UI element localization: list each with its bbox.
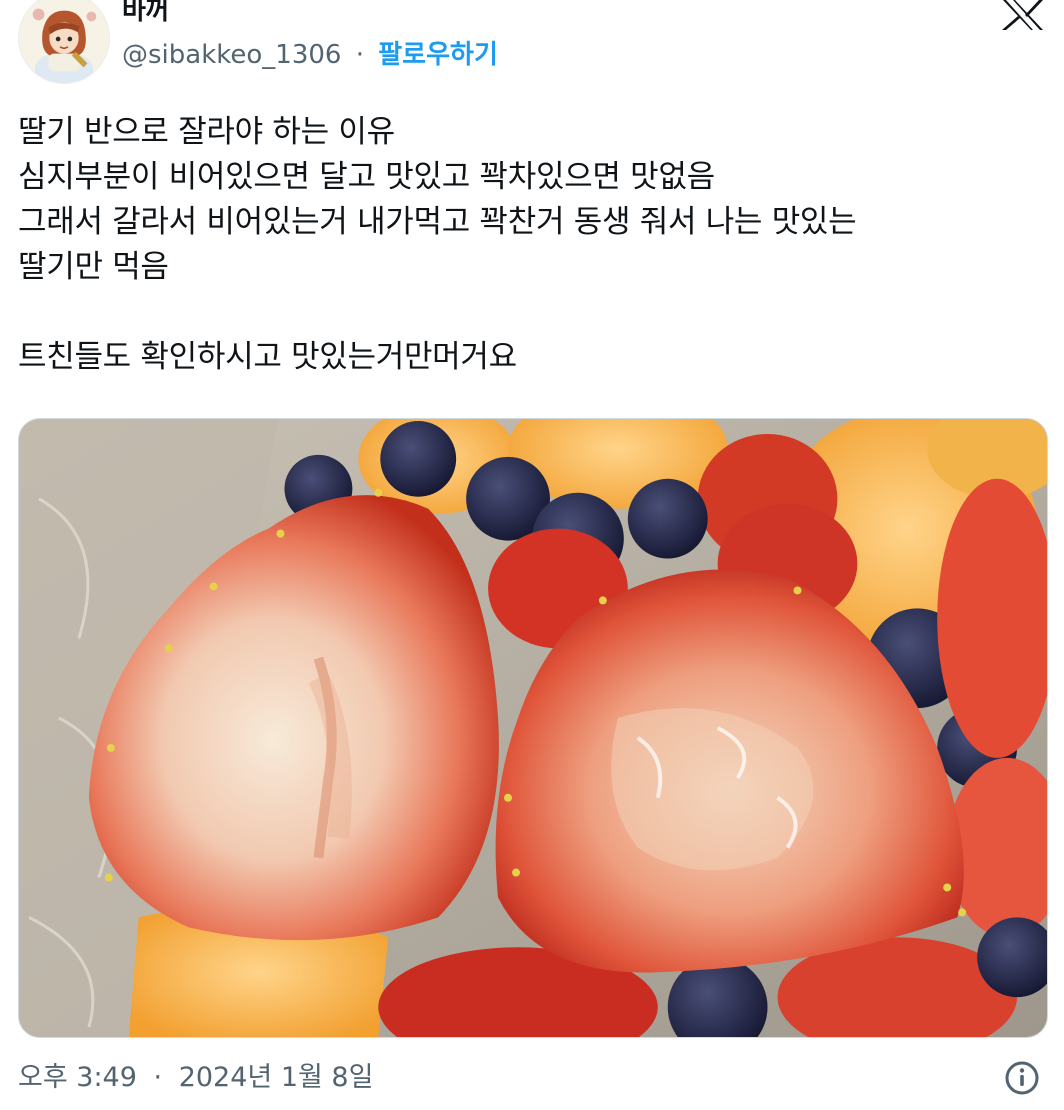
strawberry-photo-illustration [19, 419, 1047, 1037]
tweet-date: 2024년 1월 8일 [178, 1062, 374, 1093]
tweet-photo[interactable] [18, 418, 1048, 1038]
avatar-illustration [19, 0, 109, 83]
tweet-card: 바꺼 @sibakkeo_1306 · 팔로우하기 딸기 반으로 잘라야 하는 … [0, 0, 1064, 1110]
info-icon[interactable] [1004, 1060, 1040, 1096]
tweet-line: 그래서 갈라서 비어있는거 내가먹고 꽉찬거 동생 줘서 나는 맛있는 [18, 204, 857, 240]
tweet-line: 딸기 반으로 잘라야 하는 이유 [18, 114, 395, 150]
tweet-line: 트친들도 확인하시고 맛있는거만머거요 [18, 339, 517, 375]
tweet-line: 딸기만 먹음 [18, 249, 169, 285]
tweet-text: 딸기 반으로 잘라야 하는 이유 심지부분이 비어있으면 달고 맛있고 꽉차있으… [18, 110, 1048, 380]
user-handle[interactable]: @sibakkeo_1306 [122, 40, 341, 70]
tweet-line: 심지부분이 비어있으면 달고 맛있고 꽉차있으면 맛없음 [18, 159, 715, 195]
tweet-time: 오후 3:49 [18, 1062, 137, 1093]
separator-dot: · [153, 1062, 163, 1093]
follow-link[interactable]: 팔로우하기 [378, 40, 498, 70]
separator-dot: · [355, 40, 364, 70]
handle-row: @sibakkeo_1306 · 팔로우하기 [122, 38, 498, 72]
x-logo-icon[interactable] [1000, 0, 1046, 32]
avatar[interactable] [18, 0, 110, 84]
display-name[interactable]: 바꺼 [122, 0, 169, 28]
timestamp[interactable]: 오후 3:49 · 2024년 1월 8일 [18, 1058, 373, 1098]
